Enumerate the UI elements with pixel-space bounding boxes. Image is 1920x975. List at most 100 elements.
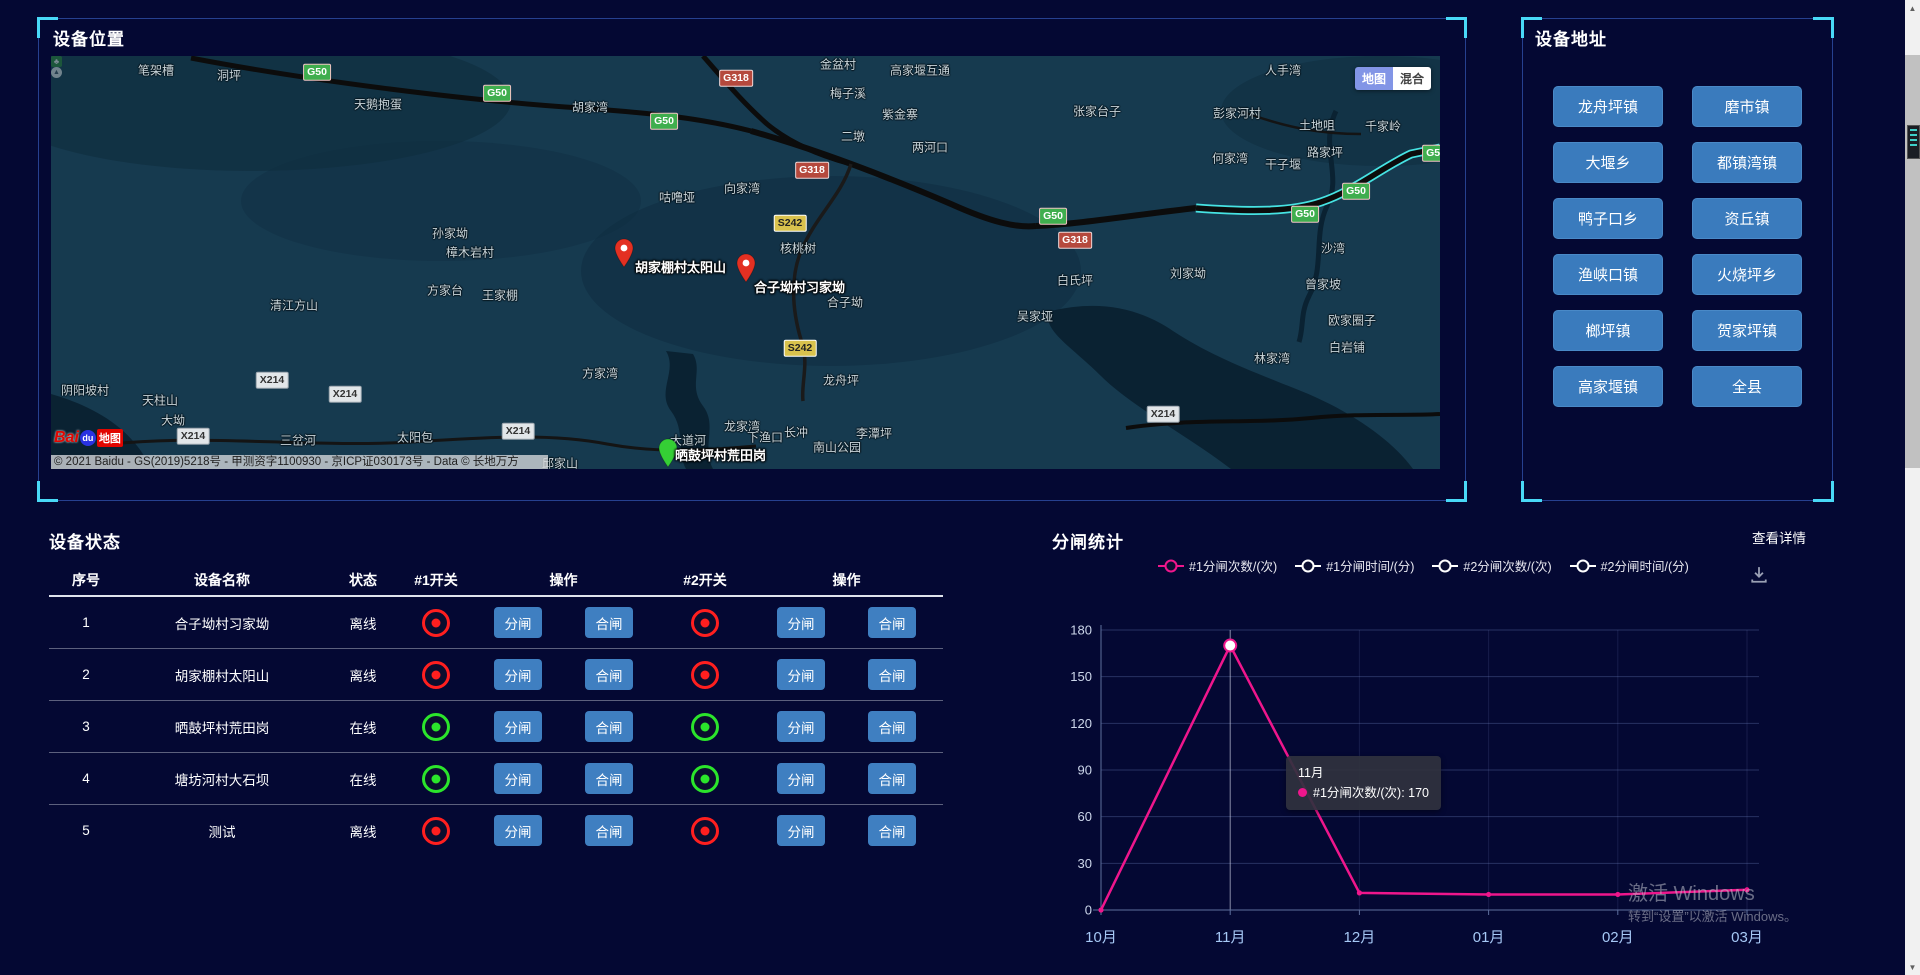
device-name: 合子坳村习家坳 [123,613,321,633]
road-badge: X214 [177,428,210,445]
address-button[interactable]: 磨市镇 [1692,86,1802,127]
address-button[interactable]: 贺家坪镇 [1692,310,1802,351]
map-place-label: 阴阳坡村 [61,382,109,399]
svg-text:03月: 03月 [1731,929,1763,946]
address-button[interactable]: 鸭子口乡 [1553,198,1663,239]
map-pin-icon[interactable] [613,238,635,268]
row-index: 2 [49,667,123,682]
address-button[interactable]: 全县 [1692,366,1802,407]
road-badge: G318 [795,162,829,179]
scrollbar-down-arrow-icon[interactable]: ▼ [1905,959,1920,975]
operation2-cell: 分闸 合闸 [750,763,943,794]
map-attribution: © 2021 Baidu - GS(2019)5218号 - 甲测资字11009… [51,455,548,469]
map-place-label: 方家湾 [582,365,618,382]
map-type-button-map[interactable]: 地图 [1355,67,1393,90]
switch2-indicator [691,817,719,845]
switch1-indicator [422,713,450,741]
scrollbar-marker [1907,125,1920,159]
map-place-label: 彭家河村 [1213,105,1261,122]
address-button[interactable]: 大堰乡 [1553,142,1663,183]
download-icon[interactable] [1750,566,1768,584]
open-switch1-button[interactable]: 分闸 [494,763,542,794]
switch2-cell [660,713,750,741]
map-place-label: 天鹅抱蛋 [354,96,402,113]
legend-item[interactable]: #1分闸次数/(次) [1158,556,1277,575]
road-badge: G318 [1058,232,1092,249]
road-badge: G50 [650,113,678,130]
map-type-button-hybrid[interactable]: 混合 [1393,67,1431,90]
close-switch1-button[interactable]: 合闸 [585,711,633,742]
address-button[interactable]: 龙舟坪镇 [1553,86,1663,127]
open-switch2-button[interactable]: 分闸 [777,763,825,794]
open-switch2-button[interactable]: 分闸 [777,607,825,638]
close-switch2-button[interactable]: 合闸 [868,711,916,742]
map-place-label: 梅子溪 [830,85,866,102]
open-switch1-button[interactable]: 分闸 [494,659,542,690]
series-dot-icon [1298,788,1307,797]
panel-corner [37,481,58,502]
device-address-title: 设备地址 [1535,25,1607,50]
close-switch1-button[interactable]: 合闸 [585,607,633,638]
legend-marker-icon [1432,565,1458,567]
map-place-label: 白氏坪 [1057,272,1093,289]
map-place-label: 张家台子 [1073,103,1121,120]
road-badge: G50 [1422,145,1440,162]
open-switch1-button[interactable]: 分闸 [494,815,542,846]
row-index: 3 [49,719,123,734]
baidu-logo-paw-icon: du [80,430,96,446]
open-switch1-button[interactable]: 分闸 [494,607,542,638]
switch1-cell [405,713,467,741]
view-details-link[interactable]: 查看详情 [1752,527,1806,547]
close-switch2-button[interactable]: 合闸 [868,763,916,794]
scrollbar-thumb[interactable] [1905,55,1920,468]
device-name: 测试 [123,821,321,841]
baidu-map[interactable]: 笔架槽洞坪天鹅抱蛋胡家湾金盆村梅子溪高家堰互通紫金寨二墩两河口张家台子彭家河村千… [51,56,1440,469]
close-switch2-button[interactable]: 合闸 [868,815,916,846]
switch1-cell [405,661,467,689]
row-index: 1 [49,615,123,630]
legend-label: #2分闸时间/(分) [1601,556,1689,575]
device-name: 胡家棚村太阳山 [123,665,321,685]
baidu-logo-bai: Bai [54,429,79,447]
windows-watermark-line2: 转到“设置”以激活 Windows。 [1628,906,1797,925]
open-switch2-button[interactable]: 分闸 [777,815,825,846]
map-pin-label: 胡家棚村太阳山 [635,257,726,276]
scrollbar-up-arrow-icon[interactable]: ▲ [1905,0,1920,16]
device-status-title: 设备状态 [49,528,121,553]
device-name: 晒鼓坪村荒田岗 [123,717,321,737]
open-switch1-button[interactable]: 分闸 [494,711,542,742]
table-header-cell: 操作 [467,565,660,595]
close-switch2-button[interactable]: 合闸 [868,659,916,690]
map-place-label: 方家台 [427,282,463,299]
svg-text:120: 120 [1070,716,1092,731]
address-button[interactable]: 渔峡口镇 [1553,254,1663,295]
switch1-cell [405,609,467,637]
legend-item[interactable]: #2分闸时间/(分) [1570,556,1689,575]
operation1-cell: 分闸 合闸 [467,659,660,690]
close-switch1-button[interactable]: 合闸 [585,815,633,846]
switch2-cell [660,817,750,845]
close-switch1-button[interactable]: 合闸 [585,659,633,690]
operation2-cell: 分闸 合闸 [750,711,943,742]
address-button[interactable]: 资丘镇 [1692,198,1802,239]
operation1-cell: 分闸 合闸 [467,607,660,638]
address-button[interactable]: 榔坪镇 [1553,310,1663,351]
open-switch2-button[interactable]: 分闸 [777,711,825,742]
address-button[interactable]: 高家堰镇 [1553,366,1663,407]
row-index: 5 [49,823,123,838]
switch1-indicator [422,661,450,689]
open-switch2-button[interactable]: 分闸 [777,659,825,690]
road-badge: X214 [329,386,362,403]
baidu-logo[interactable]: Baidu地图 [54,428,123,448]
address-button[interactable]: 火烧坪乡 [1692,254,1802,295]
switch2-cell [660,661,750,689]
close-switch1-button[interactable]: 合闸 [585,763,633,794]
road-badge: X214 [1147,406,1180,423]
legend-item[interactable]: #1分闸时间/(分) [1295,556,1414,575]
table-row: 5测试离线分闸合闸分闸合闸 [49,805,943,856]
address-button[interactable]: 都镇湾镇 [1692,142,1802,183]
device-status: 在线 [321,769,405,789]
map-place-label: 干子堰 [1265,156,1301,173]
legend-item[interactable]: #2分闸次数/(次) [1432,556,1551,575]
close-switch2-button[interactable]: 合闸 [868,607,916,638]
